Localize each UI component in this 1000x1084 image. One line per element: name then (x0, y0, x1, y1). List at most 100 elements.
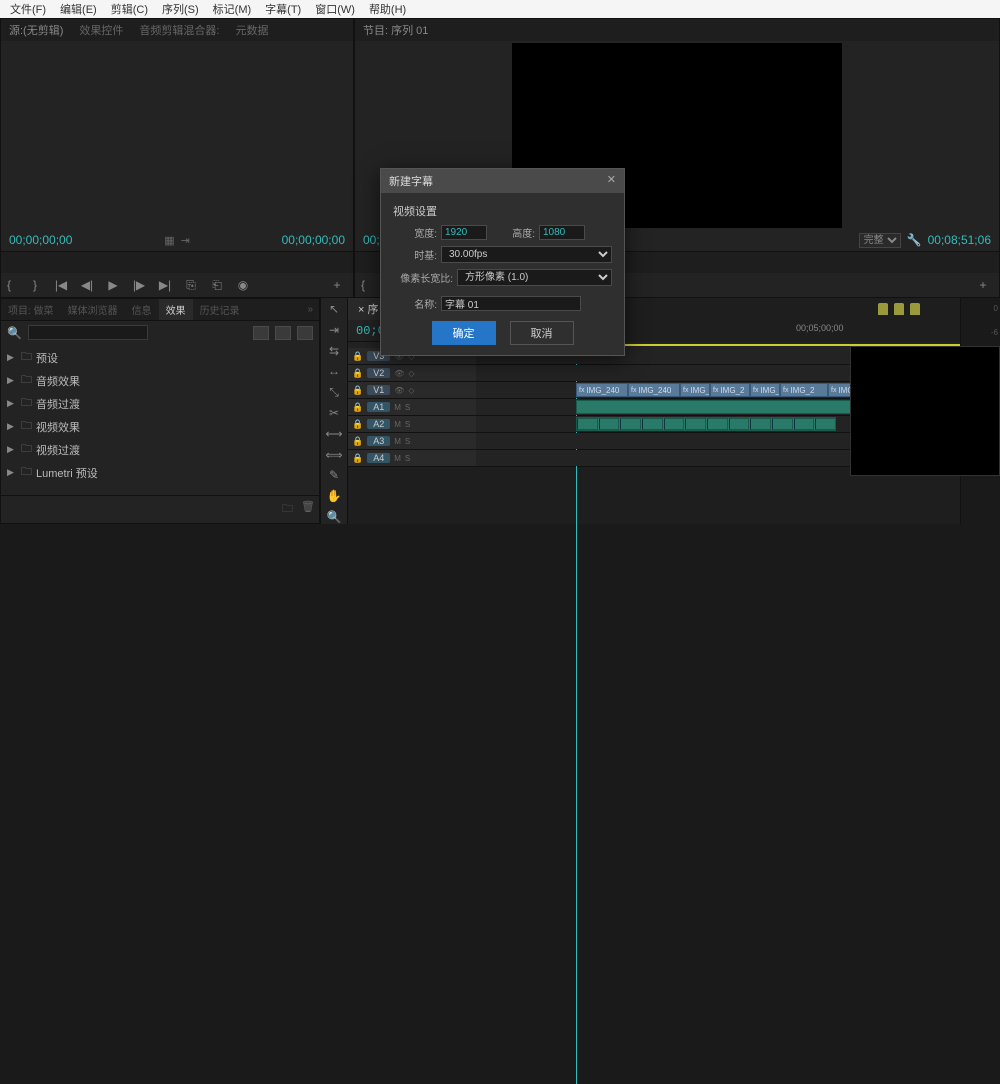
solo-button[interactable]: S (405, 420, 410, 429)
menu-title[interactable]: 字幕(T) (259, 1, 307, 17)
ripple-tool[interactable]: ⇆ (329, 343, 339, 358)
menu-file[interactable]: 文件(F) (4, 1, 52, 17)
par-select[interactable]: 方形像素 (1.0) (457, 269, 612, 286)
rolling-tool[interactable]: ↔ (328, 364, 340, 379)
selection-tool[interactable]: ↖ (329, 302, 339, 317)
wrench-icon[interactable]: 🔧 (907, 233, 922, 247)
mute-button[interactable]: M (394, 420, 401, 429)
source-tc-out[interactable]: 00;00;00;00 (282, 233, 345, 247)
rate-stretch-tool[interactable]: ⤡ (329, 385, 339, 400)
lock-icon[interactable]: 🔒 (352, 351, 363, 362)
slide-tool[interactable]: ⟺ (325, 447, 342, 462)
filter-accel-icon[interactable] (253, 326, 269, 340)
cancel-button[interactable]: 取消 (510, 321, 574, 345)
mute-button[interactable]: M (394, 403, 401, 412)
eye-icon[interactable]: 👁 (394, 386, 404, 395)
mute-button[interactable]: M (394, 454, 401, 463)
track-select-tool[interactable]: ⇥ (329, 323, 339, 338)
audio-clip[interactable] (576, 417, 836, 431)
track-label[interactable]: A3 (367, 436, 390, 446)
solo-button[interactable]: S (405, 403, 410, 412)
step-fwd-button[interactable]: |▶ (131, 278, 147, 292)
sync-lock-icon[interactable]: ◇ (408, 369, 414, 378)
menu-sequence[interactable]: 序列(S) (156, 1, 205, 17)
razor-tool[interactable]: ✂ (329, 406, 339, 421)
tree-presets[interactable]: ▶🗀预设 (1, 346, 319, 369)
panel-menu-icon[interactable]: » (300, 301, 319, 318)
video-clip[interactable]: fxIMG_2 (780, 383, 828, 397)
solo-button[interactable]: S (405, 454, 410, 463)
menu-edit[interactable]: 编辑(E) (54, 1, 103, 17)
sync-lock-icon[interactable]: ◇ (408, 386, 414, 395)
tab-media-browser[interactable]: 媒体浏览器 (61, 299, 125, 320)
close-icon[interactable]: ✕ (607, 173, 616, 189)
source-playbar[interactable] (1, 251, 353, 261)
marker-icon[interactable] (894, 303, 904, 315)
menu-marker[interactable]: 标记(M) (207, 1, 258, 17)
tree-audio-transitions[interactable]: ▶🗀音频过渡 (1, 392, 319, 415)
tab-info[interactable]: 信息 (125, 299, 159, 320)
tab-audio-clip-mixer[interactable]: 音频剪辑混合器: (131, 19, 227, 41)
timebase-select[interactable]: 30.00fps (441, 246, 612, 263)
source-scrubber[interactable] (1, 261, 353, 273)
lock-icon[interactable]: 🔒 (352, 402, 363, 413)
tab-program[interactable]: 节目: 序列 01 (355, 19, 436, 41)
track-label[interactable]: A4 (367, 453, 390, 463)
menu-help[interactable]: 帮助(H) (363, 1, 412, 17)
lock-icon[interactable]: 🔒 (352, 436, 363, 447)
prog-button-editor[interactable]: + (975, 278, 991, 292)
mark-in-button[interactable]: { (1, 278, 17, 292)
overwrite-button[interactable]: ⎗ (209, 278, 225, 293)
filter-yuv-icon[interactable] (297, 326, 313, 340)
tab-project[interactable]: 项目: 做菜 (1, 299, 61, 320)
tree-audio-effects[interactable]: ▶🗀音频效果 (1, 369, 319, 392)
width-input[interactable] (441, 225, 487, 240)
lock-icon[interactable]: 🔒 (352, 385, 363, 396)
tree-video-transitions[interactable]: ▶🗀视频过渡 (1, 438, 319, 461)
ok-button[interactable]: 确定 (432, 321, 496, 345)
filter-32bit-icon[interactable] (275, 326, 291, 340)
tree-lumetri[interactable]: ▶🗀Lumetri 预设 (1, 461, 319, 484)
tab-source[interactable]: 源:(无剪辑) (1, 19, 71, 41)
eye-icon[interactable]: 👁 (394, 369, 404, 378)
track-label[interactable]: V1 (367, 385, 390, 395)
tab-effects[interactable]: 效果 (159, 299, 193, 320)
video-clip[interactable]: fxIMG_240 (628, 383, 680, 397)
export-frame-button[interactable]: ◉ (235, 278, 251, 292)
go-in-button[interactable]: |◀ (53, 278, 69, 292)
video-clip[interactable]: fxIMG_2 (710, 383, 750, 397)
hand-tool[interactable]: ✋ (327, 489, 342, 504)
source-settings-icon[interactable]: ⇥ (181, 234, 190, 247)
trash-icon[interactable]: 🗑 (301, 500, 315, 519)
track-label[interactable]: A1 (367, 402, 390, 412)
marker-icon[interactable] (878, 303, 888, 315)
video-clip[interactable]: fxIMG_240 (576, 383, 628, 397)
height-input[interactable] (539, 225, 585, 240)
pen-tool[interactable]: ✎ (329, 468, 339, 483)
menu-clip[interactable]: 剪辑(C) (105, 1, 154, 17)
lock-icon[interactable]: 🔒 (352, 453, 363, 464)
name-input[interactable] (441, 296, 581, 311)
button-editor[interactable]: + (329, 278, 345, 292)
menu-window[interactable]: 窗口(W) (309, 1, 361, 17)
slip-tool[interactable]: ⟷ (325, 427, 342, 442)
mark-out-button[interactable]: } (27, 278, 43, 292)
program-tc-out[interactable]: 00;08;51;06 (928, 233, 991, 247)
track-label[interactable]: V2 (367, 368, 390, 378)
video-clip[interactable]: fxIMG_2 (680, 383, 710, 397)
video-clip[interactable]: fxIMG_2 (750, 383, 780, 397)
tab-effect-controls[interactable]: 效果控件 (71, 19, 131, 41)
prog-mark-in-button[interactable]: { (355, 278, 371, 292)
source-tc-in[interactable]: 00;00;00;00 (9, 233, 72, 247)
mute-button[interactable]: M (394, 437, 401, 446)
zoom-fit-select[interactable]: 完整 (859, 233, 901, 248)
go-out-button[interactable]: ▶| (157, 278, 173, 292)
new-bin-icon[interactable]: 🗀 (282, 500, 293, 519)
lock-icon[interactable]: 🔒 (352, 368, 363, 379)
lock-icon[interactable]: 🔒 (352, 419, 363, 430)
tree-video-effects[interactable]: ▶🗀视频效果 (1, 415, 319, 438)
play-button[interactable]: ▶ (105, 278, 121, 292)
effects-search-input[interactable] (28, 325, 148, 340)
track-label[interactable]: A2 (367, 419, 390, 429)
solo-button[interactable]: S (405, 437, 410, 446)
